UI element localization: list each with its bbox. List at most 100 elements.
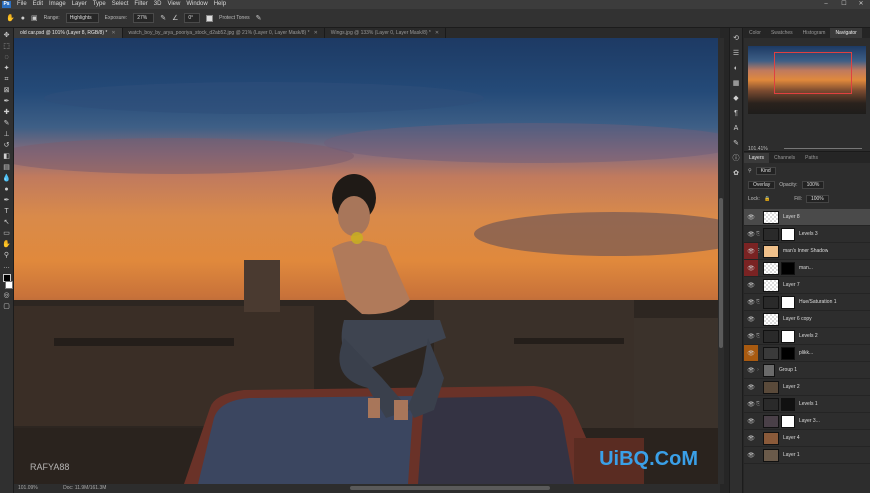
layer-name[interactable]: Layer 3... [799,418,820,424]
brush-settings-icon[interactable]: ▣ [31,14,38,22]
layer-row[interactable]: 👁 Layer 8 [744,209,870,226]
layer-row[interactable]: 👁 Layer 3... [744,413,870,430]
zoom-level[interactable]: 101.09% [18,485,38,491]
exposure-field[interactable]: 27% [133,13,155,23]
marquee-tool-icon[interactable]: ⬚ [2,43,12,51]
layer-row[interactable]: 👁 man... [744,260,870,277]
tab-histogram[interactable]: Histogram [798,28,831,38]
hand-tool-icon[interactable]: ✋ [2,241,12,249]
navigator-zoom[interactable]: 101.41% [748,146,768,152]
zoom-slider[interactable] [784,148,862,149]
eye-icon[interactable]: 👁 [747,452,755,459]
menu-help[interactable]: Help [211,0,229,9]
background-color-swatch[interactable] [4,281,13,289]
protect-tones-checkbox[interactable] [206,14,214,22]
layer-name[interactable]: man... [799,265,813,271]
brush-tool-icon[interactable]: ✎ [2,120,12,128]
eye-icon[interactable]: 👁 [747,350,755,357]
eye-icon[interactable]: 👁 [747,384,755,391]
layer-name[interactable]: Group 1 [779,367,797,373]
fill-field[interactable]: 100% [805,195,829,203]
shape-tool-icon[interactable]: ▭ [2,230,12,238]
eyedropper-tool-icon[interactable]: ✒ [2,98,12,106]
chevron-right-icon[interactable]: › [755,367,761,373]
layer-mask[interactable] [781,295,795,309]
eye-icon[interactable]: 👁 [747,248,755,255]
paragraph-icon[interactable]: ¶ [732,109,741,118]
navigator-thumbnail[interactable] [748,46,866,114]
opacity-field[interactable]: 100% [801,181,825,189]
layer-row[interactable]: 👁 Layer 1 [744,447,870,464]
layer-name[interactable]: plikk... [799,350,813,356]
menu-view[interactable]: View [164,0,183,9]
blur-tool-icon[interactable]: 💧 [2,175,12,183]
libraries-icon[interactable]: ▦ [732,79,741,88]
layer-mask[interactable] [781,414,795,428]
more-tools-icon[interactable]: … [2,263,12,271]
layer-name[interactable]: Layer 7 [783,282,800,288]
range-select[interactable]: Highlights [65,13,99,23]
view-rectangle[interactable] [774,52,852,94]
tab-navigator[interactable]: Navigator [830,28,862,38]
info-icon[interactable]: ⓘ [732,154,741,163]
eye-icon[interactable]: 👁 [747,214,755,221]
blend-mode-select[interactable]: Overlay [748,181,776,189]
tab-channels[interactable]: Channels [769,153,800,163]
layer-name[interactable]: Levels 3 [799,231,818,237]
zoom-tool-icon[interactable]: ⚲ [2,252,12,260]
layer-name[interactable]: Layer 1 [783,452,800,458]
layer-mask[interactable] [781,227,795,241]
menu-3d[interactable]: 3D [151,0,165,9]
layer-name[interactable]: Levels 1 [799,401,818,407]
menu-layer[interactable]: Layer [69,0,90,9]
pressure-icon[interactable]: ✎ [256,14,262,22]
angle-field[interactable]: 0° [184,13,201,23]
vertical-scrollbar[interactable] [718,38,724,484]
layer-mask[interactable] [781,346,795,360]
menu-image[interactable]: Image [46,0,69,9]
eye-icon[interactable]: 👁 [747,282,755,289]
pen-tool-icon[interactable]: ✒ [2,197,12,205]
document-canvas[interactable]: RAFYA88 UiBQ.CoM [14,38,720,484]
layer-row[interactable]: 👁 Layer 6 copy [744,311,870,328]
layer-mask[interactable] [781,261,795,275]
eye-icon[interactable]: 👁 [747,316,755,323]
eye-icon[interactable]: 👁 [747,418,755,425]
history-icon[interactable]: ⟲ [732,34,741,43]
close-icon[interactable]: ✕ [853,0,869,9]
layer-row[interactable]: 👁 ⎘ Levels 2 [744,328,870,345]
tab-layers[interactable]: Layers [744,153,770,163]
tab-old-car[interactable]: old car.psd @ 101% (Layer 8, RGB/8) * ✕ [14,28,123,38]
layer-name[interactable]: Layer 2 [783,384,800,390]
frame-tool-icon[interactable]: ⊠ [2,87,12,95]
layer-row[interactable]: 👁 ⎘ Hue/Saturation 1 [744,294,870,311]
menu-type[interactable]: Type [90,0,109,9]
properties-icon[interactable]: ☰ [732,49,741,58]
airbrush-icon[interactable]: ✎ [160,14,166,22]
tab-watch-boy[interactable]: watch_boy_by_arya_pooriya_stock_d2ab52.j… [123,28,325,38]
layer-name[interactable]: Levels 2 [799,333,818,339]
layer-name[interactable]: Hue/Saturation 1 [799,299,837,305]
eraser-tool-icon[interactable]: ◧ [2,153,12,161]
eye-icon[interactable]: 👁 [747,299,755,306]
3d-icon[interactable]: ◆ [732,94,741,103]
quick-select-tool-icon[interactable]: ✦ [2,65,12,73]
tab-wings[interactable]: Wings.jpg @ 133% (Layer 0, Layer Mask/8)… [325,28,447,38]
eye-icon[interactable]: 👁 [747,367,755,374]
dodge-tool-icon[interactable]: ● [2,186,12,194]
close-tab-icon[interactable]: ✕ [435,30,439,36]
layer-name[interactable]: man's Inner Shadow [783,248,828,254]
burn-tool-icon[interactable]: ✋ [6,14,15,22]
stamp-tool-icon[interactable]: ⊥ [2,131,12,139]
layer-name[interactable]: Layer 6 copy [783,316,812,322]
close-tab-icon[interactable]: ✕ [314,30,318,36]
layer-mask[interactable] [781,329,795,343]
path-select-tool-icon[interactable]: ↖ [2,219,12,227]
quick-mask-icon[interactable]: ◎ [2,292,12,300]
eye-icon[interactable]: 👁 [747,401,755,408]
type-tool-icon[interactable]: T [2,208,12,216]
gradient-tool-icon[interactable]: ▤ [2,164,12,172]
styles-icon[interactable]: ✿ [732,169,741,178]
layer-row[interactable]: 👁 Layer 7 [744,277,870,294]
tab-color[interactable]: Color [744,28,766,38]
